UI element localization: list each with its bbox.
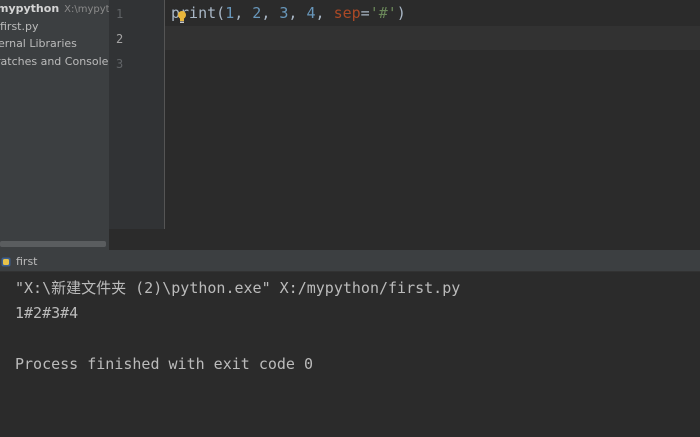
project-horizontal-scrollbar[interactable]: [0, 241, 106, 247]
run-tab-label: first: [16, 255, 38, 268]
code-kwarg-name: sep: [333, 4, 361, 22]
current-line-highlight: [165, 26, 700, 50]
code-arg: 1: [225, 4, 235, 22]
code-close-paren: ): [396, 4, 406, 22]
code-comma: ,: [288, 4, 307, 22]
project-root-node[interactable]: mypython X:\mypython: [0, 0, 109, 18]
ide-window: mypython X:\mypython first.py ernal Libra…: [0, 0, 700, 437]
project-root-path: X:\mypython: [64, 4, 109, 15]
code-line-1[interactable]: print(1, 2, 3, 4, sep='#'): [171, 4, 406, 22]
project-root-name: mypython: [0, 2, 60, 15]
console-command-line: "X:\新建文件夹 (2)\python.exe" X:/mypython/fi…: [15, 279, 461, 297]
code-open-paren: (: [216, 4, 226, 22]
line-number: 2: [116, 32, 124, 46]
project-panel: mypython X:\mypython first.py ernal Libra…: [0, 0, 109, 250]
code-comma: ,: [234, 4, 253, 22]
console-exit-line: Process finished with exit code 0: [15, 355, 314, 373]
console-output-line: 1#2#3#4: [15, 304, 79, 322]
code-comma: ,: [261, 4, 280, 22]
tree-item-first-py[interactable]: first.py: [0, 18, 38, 36]
tree-item-scratches-and-consoles[interactable]: ratches and Consoles: [0, 53, 109, 71]
code-editor[interactable]: print(1, 2, 3, 4, sep='#'): [165, 0, 700, 229]
python-run-icon: [1, 257, 11, 267]
code-comma: ,: [315, 4, 334, 22]
editor-bottom-area: [109, 229, 700, 250]
line-number: 1: [116, 7, 124, 21]
code-arg: 2: [252, 4, 262, 22]
code-arg: 4: [306, 4, 316, 22]
line-number: 3: [116, 57, 124, 71]
editor-gutter: 1 2 3: [109, 0, 165, 229]
code-string: '#': [369, 4, 397, 22]
run-tool-header: first: [0, 253, 700, 272]
run-console[interactable]: "X:\新建文件夹 (2)\python.exe" X:/mypython/fi…: [0, 272, 700, 437]
code-equals: =: [360, 4, 370, 22]
tree-item-external-libraries[interactable]: ernal Libraries: [0, 35, 77, 53]
run-tab-first[interactable]: first: [0, 253, 46, 271]
lightbulb-icon[interactable]: [177, 10, 187, 24]
